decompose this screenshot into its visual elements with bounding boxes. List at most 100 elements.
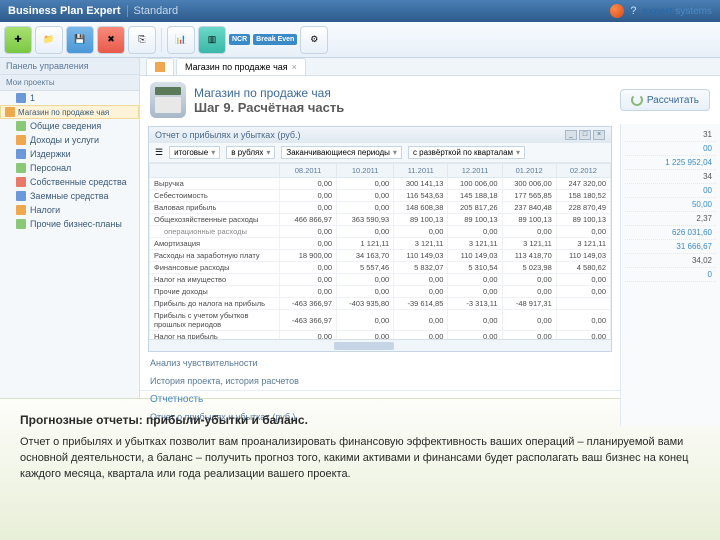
close-icon[interactable]: × <box>593 130 605 140</box>
chevron-down-icon: ▾ <box>516 148 520 157</box>
recalculate-button[interactable]: Рассчитать <box>620 89 710 111</box>
report-table: 08.201110.201111.201112.201101.201202.20… <box>149 163 611 339</box>
right-stats-panel: 31001 225 952,04340050,002,37626 031,603… <box>620 124 720 426</box>
col-header: 01.2012 <box>502 164 556 178</box>
ncr-badge[interactable]: NCR <box>229 34 250 45</box>
home-icon <box>155 62 165 72</box>
sidebar-item[interactable]: Персонал <box>0 161 139 175</box>
report-title-bar: Отчет о прибылях и убытках (руб.) _ □ × <box>149 127 611 143</box>
table-row: Финансовые расходы0,005 557,465 832,075 … <box>150 262 611 274</box>
chevron-down-icon: ▾ <box>211 148 215 157</box>
section-reports: Отчетность <box>140 390 620 408</box>
table-row: Прочие доходы0,000,000,000,000,000,00 <box>150 286 611 298</box>
tax-icon <box>16 205 26 215</box>
sidebar-item[interactable]: 1 <box>0 91 139 105</box>
stat-value: 626 031,60 <box>625 226 716 240</box>
callout-body: Отчет о прибылях и убытках позволит вам … <box>20 435 700 483</box>
col-header: 02.2012 <box>556 164 610 178</box>
stat-value: 0 <box>625 268 716 282</box>
stat-value: 34 <box>625 170 716 184</box>
project-title: Магазин по продаже чая <box>194 86 344 100</box>
stat-value: 00 <box>625 184 716 198</box>
tab-home[interactable] <box>146 58 174 75</box>
copy-button[interactable]: ⎘ <box>128 26 156 54</box>
stat-value: 50,00 <box>625 198 716 212</box>
income-icon <box>16 135 26 145</box>
delete-button[interactable]: ✖ <box>97 26 125 54</box>
sidebar-item[interactable]: Заемные средства <box>0 189 139 203</box>
report-filter-bar: ☰ итоговые▾ в рублях▾ Заканчивающиеся пе… <box>149 143 611 163</box>
stat-value: 1 225 952,04 <box>625 156 716 170</box>
settings-button[interactable]: ⚙ <box>300 26 328 54</box>
chart-button[interactable]: 📊 <box>167 26 195 54</box>
stat-value: 31 666,67 <box>625 240 716 254</box>
brand-logo: expert expert systemssystems <box>643 6 712 17</box>
sidebar-item-project[interactable]: Магазин по продаже чая <box>0 105 139 119</box>
table-row: Налог на имущество0,000,000,000,000,000,… <box>150 274 611 286</box>
col-header: 08.2011 <box>280 164 337 178</box>
report-panel: Отчет о прибылях и убытках (руб.) _ □ × … <box>148 126 612 352</box>
table-row: Себестоимость0,000,00116 543,63145 188,1… <box>150 190 611 202</box>
help-icon[interactable]: ? <box>630 5 636 17</box>
sidebar-item[interactable]: Общие сведения <box>0 119 139 133</box>
cost-icon <box>16 149 26 159</box>
table-row: Амортизация0,001 121,113 121,113 121,113… <box>150 238 611 250</box>
report-button[interactable]: ▥ <box>198 26 226 54</box>
col-header: 10.2011 <box>337 164 394 178</box>
filter-select-4[interactable]: с развёрткой по кварталам▾ <box>408 146 525 159</box>
folder-icon <box>16 93 26 103</box>
link-history[interactable]: История проекта, история расчетов <box>140 372 620 390</box>
maximize-icon[interactable]: □ <box>579 130 591 140</box>
filter-select-3[interactable]: Заканчивающиеся периоды▾ <box>281 146 402 159</box>
stat-value: 2,37 <box>625 212 716 226</box>
equity-icon <box>16 177 26 187</box>
new-button[interactable]: ✚ <box>4 26 32 54</box>
horizontal-scrollbar[interactable] <box>149 339 611 351</box>
filter-icon[interactable]: ☰ <box>155 147 163 158</box>
product-name: Business Plan Expert <box>8 5 121 17</box>
main-area: Магазин по продаже чая× Магазин по прода… <box>140 58 720 398</box>
sidebar-header: Панель управления <box>0 58 139 75</box>
loan-icon <box>16 191 26 201</box>
sidebar-item[interactable]: Налоги <box>0 203 139 217</box>
sidebar-item[interactable]: Прочие бизнес-планы <box>0 217 139 231</box>
sidebar-item[interactable]: Доходы и услуги <box>0 133 139 147</box>
close-icon[interactable]: × <box>292 62 297 72</box>
step-title: Шаг 9. Расчётная часть <box>194 100 344 115</box>
sidebar-item[interactable]: Издержки <box>0 147 139 161</box>
col-header: 11.2011 <box>394 164 448 178</box>
title-bar: Business Plan Expert Standard ? expert e… <box>0 0 720 22</box>
link-sensitivity[interactable]: Анализ чувствительности <box>140 354 620 372</box>
staff-icon <box>16 163 26 173</box>
globe-icon[interactable] <box>610 4 624 18</box>
table-row: Выручка0,000,00300 141,13100 006,00300 0… <box>150 178 611 190</box>
tab-project[interactable]: Магазин по продаже чая× <box>176 58 306 75</box>
tab-bar: Магазин по продаже чая× <box>140 58 720 76</box>
chevron-down-icon: ▾ <box>393 148 397 157</box>
filter-select-2[interactable]: в рублях▾ <box>226 146 275 159</box>
stat-value: 34,02 <box>625 254 716 268</box>
minimize-icon[interactable]: _ <box>565 130 577 140</box>
chevron-down-icon: ▾ <box>266 148 270 157</box>
other-icon <box>16 219 26 229</box>
table-row: Прибыль до налога на прибыль-463 366,97-… <box>150 298 611 310</box>
table-row: Валовая прибыль0,000,00148 608,38205 817… <box>150 202 611 214</box>
project-icon <box>5 107 15 117</box>
edition-label: Standard <box>127 5 179 17</box>
filter-select-1[interactable]: итоговые▾ <box>169 146 220 159</box>
table-row: операционные расходы0,000,000,000,000,00… <box>150 226 611 238</box>
main-toolbar: ✚ 📁 💾 ✖ ⎘ 📊 ▥ NCR Break Even ⚙ <box>0 22 720 58</box>
breakeven-badge[interactable]: Break Even <box>253 34 297 45</box>
stat-value: 00 <box>625 142 716 156</box>
step-header: Магазин по продаже чая Шаг 9. Расчётная … <box>140 76 720 124</box>
col-header: 12.2011 <box>448 164 502 178</box>
table-row: Общехозяйственные расходы466 866,97363 5… <box>150 214 611 226</box>
table-row: Прибыль с учетом убытков прошлых периодо… <box>150 310 611 331</box>
sidebar-item[interactable]: Собственные средства <box>0 175 139 189</box>
gear-icon <box>631 94 643 106</box>
table-row: Расходы на заработную плату18 900,0034 1… <box>150 250 611 262</box>
open-button[interactable]: 📁 <box>35 26 63 54</box>
table-row: Налог на прибыль0,000,000,000,000,000,00 <box>150 331 611 340</box>
save-button[interactable]: 💾 <box>66 26 94 54</box>
stat-value: 31 <box>625 128 716 142</box>
